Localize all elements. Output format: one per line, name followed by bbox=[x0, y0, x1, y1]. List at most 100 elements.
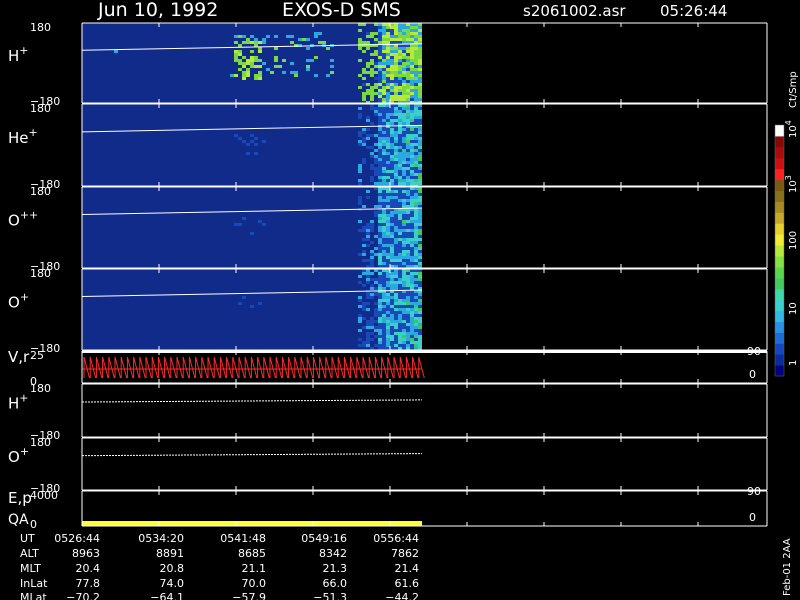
spectrogram-cell bbox=[418, 95, 422, 98]
spectrogram-cell bbox=[402, 256, 406, 259]
spectrogram-cell bbox=[386, 131, 390, 134]
colorbar-segment bbox=[775, 354, 784, 366]
spectrogram-cell bbox=[398, 329, 402, 332]
spectrogram-cell bbox=[358, 344, 362, 347]
panel-species-label: H+ bbox=[8, 392, 29, 413]
spectrogram-cell bbox=[374, 335, 378, 338]
spectrogram-cell bbox=[402, 314, 406, 317]
spectrogram-cell bbox=[402, 146, 406, 149]
spectrogram-cell bbox=[418, 196, 422, 199]
spectrogram-cell bbox=[378, 211, 382, 214]
spectrogram-cell bbox=[370, 146, 374, 149]
spectrogram-cell bbox=[418, 152, 422, 155]
spectrogram-cell bbox=[378, 232, 382, 235]
spectrogram-cell bbox=[414, 35, 418, 38]
spectrogram-cell bbox=[402, 38, 406, 41]
spectrogram-cell bbox=[374, 110, 378, 113]
spectrogram-cell bbox=[362, 284, 366, 287]
spectrogram-cell bbox=[270, 71, 274, 74]
spectrogram-cell bbox=[382, 164, 386, 167]
spectrogram-cell bbox=[374, 158, 378, 161]
spectrogram-cell bbox=[370, 241, 374, 244]
spectrogram-cell bbox=[230, 74, 234, 77]
spectrogram-cell bbox=[398, 50, 402, 53]
spectrogram-cell bbox=[366, 89, 370, 92]
spectrogram-cell bbox=[402, 278, 406, 281]
spectrogram-cell bbox=[382, 110, 386, 113]
spectrogram-cell bbox=[394, 140, 398, 143]
spectrogram-cell bbox=[374, 253, 378, 256]
spectrogram-cell bbox=[414, 50, 418, 53]
spectrogram-cell bbox=[414, 199, 418, 202]
spectrogram-cell bbox=[414, 235, 418, 238]
spectrogram-cell bbox=[382, 329, 386, 332]
spectrogram-cell bbox=[410, 173, 414, 176]
spectrogram-cell bbox=[390, 134, 394, 137]
spectrogram-cell bbox=[386, 182, 390, 185]
spectrogram-cell bbox=[402, 68, 406, 71]
spectrogram-cell bbox=[394, 155, 398, 158]
spectrogram-cell bbox=[378, 281, 382, 284]
spectrogram-cell bbox=[406, 134, 410, 137]
spectrogram-cell bbox=[378, 217, 382, 220]
spectrogram-cell bbox=[418, 53, 422, 56]
spectrogram-cell bbox=[370, 272, 374, 275]
spectrogram-cell bbox=[414, 281, 418, 284]
side-label: Feb-01 2AA bbox=[782, 538, 793, 596]
colorbar-tick-label: 103 bbox=[784, 175, 799, 193]
spectrogram-cell bbox=[402, 164, 406, 167]
spectrogram-cell bbox=[398, 344, 402, 347]
spectrogram-cell bbox=[234, 35, 238, 38]
spectrogram-cell bbox=[362, 77, 366, 80]
spectrogram-cell bbox=[386, 278, 390, 281]
spectrogram-cell bbox=[402, 329, 406, 332]
spectrogram-cell bbox=[418, 170, 422, 173]
spectrogram-cell bbox=[254, 74, 258, 77]
spectrogram-cell bbox=[390, 323, 394, 326]
spectrogram-cell bbox=[378, 317, 382, 320]
spectrogram-cell bbox=[370, 89, 374, 92]
spectrogram-cell bbox=[386, 98, 390, 101]
spectrogram-cell bbox=[386, 275, 390, 278]
spectrogram-cell bbox=[414, 229, 418, 232]
spectrogram-cell bbox=[398, 338, 402, 341]
spectrogram-cell bbox=[386, 335, 390, 338]
spectrogram-cell bbox=[378, 164, 382, 167]
spectrogram-cell bbox=[382, 107, 386, 110]
spectrogram-cell bbox=[406, 113, 410, 116]
spectrogram-cell bbox=[382, 190, 386, 193]
spectrogram-cell bbox=[386, 146, 390, 149]
spectrogram-cell bbox=[386, 226, 390, 229]
spectrogram-cell bbox=[418, 65, 422, 68]
spectrogram-cell bbox=[386, 149, 390, 152]
spectrogram-cell bbox=[394, 35, 398, 38]
spectrogram-cell bbox=[398, 341, 402, 344]
spectrogram-cell bbox=[418, 214, 422, 217]
spectrogram-cell bbox=[382, 146, 386, 149]
spectrogram-cell bbox=[402, 226, 406, 229]
spectrogram-cell bbox=[410, 244, 414, 247]
spectrogram-cell bbox=[370, 256, 374, 259]
spectrogram-cell bbox=[394, 29, 398, 32]
spectrogram-cell bbox=[366, 137, 370, 140]
spectrogram-cell bbox=[394, 253, 398, 256]
spectrogram-cell bbox=[378, 71, 382, 74]
spectrogram-cell bbox=[394, 89, 398, 92]
spectrogram-cell bbox=[378, 341, 382, 344]
spectrogram-cell bbox=[374, 53, 378, 56]
spectrogram-cell bbox=[402, 41, 406, 44]
spectrogram-cell bbox=[410, 113, 414, 116]
spectrogram-cell bbox=[382, 250, 386, 253]
spectrogram-cell bbox=[378, 314, 382, 317]
spectrogram-cell bbox=[386, 211, 390, 214]
spectrogram-cell bbox=[386, 317, 390, 320]
spectrogram-cell bbox=[370, 223, 374, 226]
spectrogram-cell bbox=[394, 220, 398, 223]
spectrogram-cell bbox=[382, 244, 386, 247]
spectrogram-cell bbox=[414, 62, 418, 65]
spectrogram-cell bbox=[394, 278, 398, 281]
spectrogram-cell bbox=[258, 74, 262, 77]
spectrogram-cell bbox=[234, 74, 238, 77]
spectrogram-cell bbox=[394, 110, 398, 113]
spectrogram-cell bbox=[418, 314, 422, 317]
